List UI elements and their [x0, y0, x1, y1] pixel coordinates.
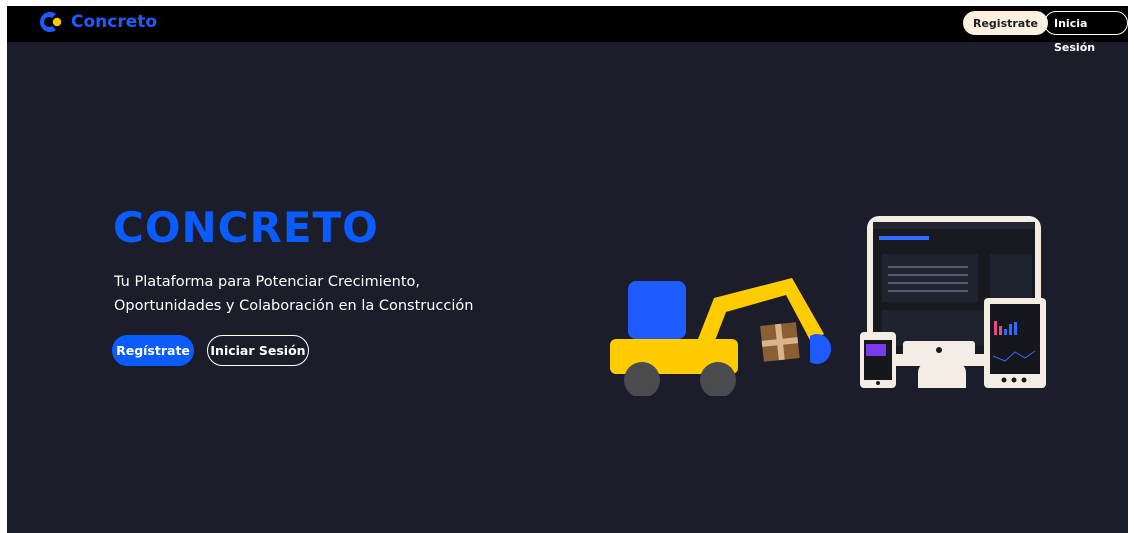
page-frame: Concreto Registrate Inicia Sesión CONCRE… — [7, 6, 1128, 533]
logo[interactable]: Concreto — [37, 9, 157, 35]
hero-login-button[interactable]: Iniciar Sesión — [207, 335, 309, 366]
hero-subtitle: Tu Plataforma para Potenciar Crecimiento… — [114, 270, 544, 318]
nav-register-button[interactable]: Registrate — [963, 11, 1048, 35]
brand-name: Concreto — [71, 12, 158, 32]
hero-register-button[interactable]: Regístrate — [112, 335, 194, 366]
concreto-logo-icon — [40, 12, 62, 32]
nav-login-button[interactable]: Inicia Sesión — [1044, 11, 1128, 54]
navbar: Concreto Registrate Inicia Sesión — [7, 6, 1128, 54]
excavator-icon — [610, 278, 832, 396]
excavator-devices-illustration — [610, 216, 1046, 396]
hero-subtitle-line-1: Tu Plataforma para Potenciar Crecimiento… — [114, 274, 421, 290]
hero-title: CONCRETO — [113, 203, 379, 252]
hero-subtitle-line-2: Oportunidades y Colaboración en la Const… — [114, 298, 474, 314]
devices-icon — [860, 216, 1046, 388]
